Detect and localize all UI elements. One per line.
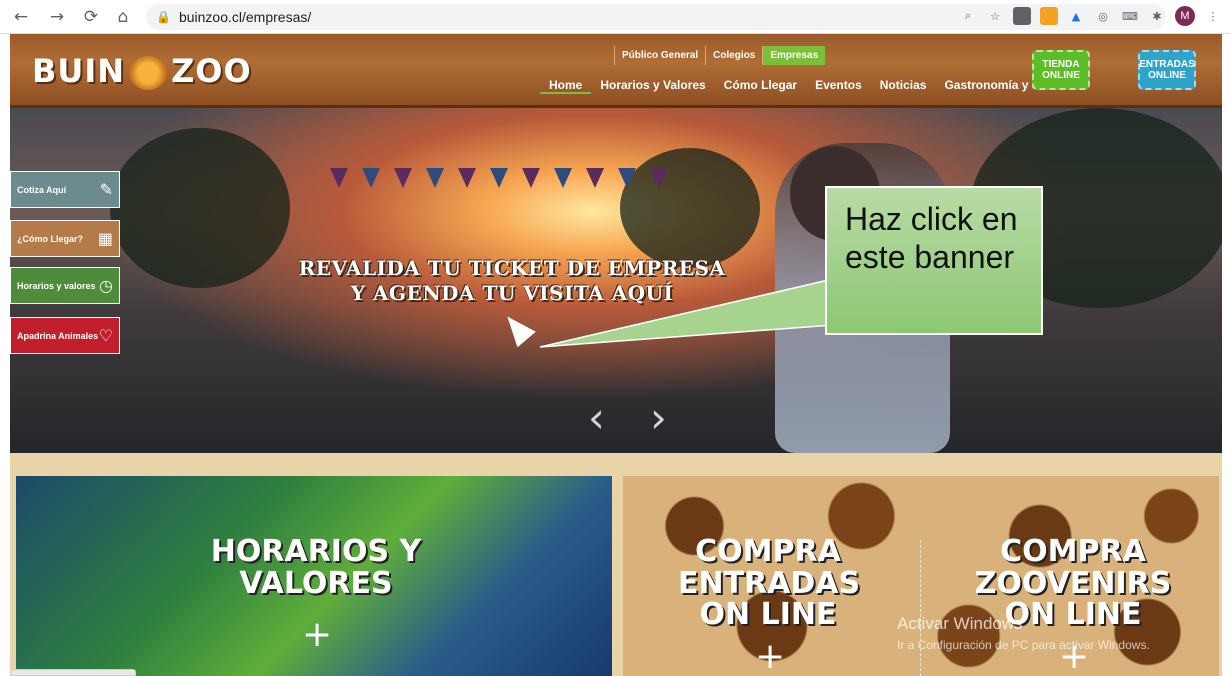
tienda-online-button[interactable]: TIENDA ONLINE — [1032, 50, 1090, 90]
puzzle-icon[interactable]: ✱ — [1148, 7, 1166, 25]
entradas-online-button[interactable]: ENTRADAS ONLINE — [1138, 50, 1196, 90]
compra-entradas-title[interactable]: COMPRA ENTRADAS ON LINE — [678, 536, 860, 631]
tiger-logo-icon — [129, 56, 168, 90]
entradas-sublabel: ONLINE — [1148, 70, 1186, 81]
logo-text-right: ZOO — [171, 52, 252, 90]
site-header: BUIN ZOO Público General Colegios Empresa… — [10, 34, 1222, 108]
cursor-arrow-icon — [498, 308, 536, 348]
main-nav: Home Horarios y Valores Cómo Llegar Even… — [540, 78, 1094, 94]
windows-activation-watermark: Activar Windows — [897, 614, 1023, 633]
plus-icon[interactable]: + — [755, 636, 785, 676]
tree-silhouette — [110, 128, 290, 288]
clock-icon: ◷ — [99, 276, 113, 295]
url-text[interactable]: buinzoo.cl/empresas/ — [179, 9, 311, 25]
status-bar — [10, 669, 136, 676]
nav-eventos[interactable]: Eventos — [806, 78, 871, 94]
ticket-icon: ✎ — [99, 180, 113, 199]
horarios-valores-tile[interactable]: HORARIOS Y VALORES + — [16, 476, 612, 676]
map-icon: ▦ — [97, 229, 113, 248]
lock-icon: 🔒 — [156, 10, 171, 24]
como-llegar-button[interactable]: ¿Cómo Llegar? ▦ — [10, 220, 120, 257]
menu-icon[interactable]: ⋮ — [1204, 7, 1222, 25]
nav-noticias[interactable]: Noticias — [871, 78, 936, 94]
banner-headline[interactable]: Revalida tu ticket de empresa y agenda t… — [282, 256, 742, 306]
browser-toolbar: ← → ⟳ ⌂ 🔒 buinzoo.cl/empresas/ ⌕ ☆ ▲ ◎ ⌨… — [0, 0, 1230, 34]
apadrina-animales-button[interactable]: Apadrina Animales ♡ — [10, 317, 120, 354]
reload-icon[interactable]: ⟳ — [78, 4, 104, 30]
back-icon[interactable]: ← — [8, 4, 34, 30]
tile-title: HORARIOS Y VALORES — [210, 534, 422, 601]
callout-box: Haz click en este banner — [825, 186, 1043, 335]
side-button-label: ¿Cómo Llegar? — [17, 233, 84, 244]
site-logo[interactable]: BUIN ZOO — [32, 52, 252, 90]
avatar[interactable]: M — [1175, 6, 1195, 26]
bookmark-star-icon[interactable]: ☆ — [986, 7, 1004, 25]
audience-tabs: Público General Colegios Empresas — [614, 46, 826, 65]
logo-text-left: BUIN — [32, 52, 126, 90]
heart-icon: ♡ — [98, 326, 113, 345]
banner-line-1: Revalida tu ticket de empresa — [298, 256, 726, 280]
entradas-label: ENTRADAS — [1139, 59, 1195, 70]
nav-home[interactable]: Home — [540, 78, 592, 94]
bunting-flags — [330, 168, 668, 188]
extension-icon[interactable]: ◎ — [1094, 7, 1112, 25]
extension-icon[interactable] — [1040, 7, 1058, 25]
zoom-icon[interactable]: ⌕ — [959, 7, 977, 25]
plus-icon: + — [302, 614, 333, 655]
drive-icon[interactable]: ▲ — [1067, 7, 1085, 25]
horarios-valores-button[interactable]: Horarios y valores ◷ — [10, 267, 120, 304]
tile-divider — [920, 540, 921, 676]
extension-toolbar: ⌕ ☆ ▲ ◎ ⌨ ✱ M ⋮ — [959, 6, 1222, 26]
tab-empresas[interactable]: Empresas — [762, 46, 826, 65]
carousel-prev-icon[interactable]: ‹ — [588, 393, 605, 442]
tree-silhouette — [620, 148, 760, 268]
windows-activation-hint: Ir a Configuración de PC para activar Wi… — [897, 638, 1150, 652]
side-button-label: Horarios y valores — [17, 280, 96, 291]
tienda-label: TIENDA — [1042, 59, 1080, 70]
nav-horarios-valores[interactable]: Horarios y Valores — [591, 78, 714, 94]
nav-como-llegar[interactable]: Cómo Llegar — [715, 78, 806, 94]
tienda-sublabel: ONLINE — [1042, 70, 1080, 81]
extension-icon[interactable] — [1013, 7, 1031, 25]
home-icon[interactable]: ⌂ — [110, 4, 136, 30]
banner-line-2: y agenda tu visita aquí — [350, 281, 674, 305]
forward-icon[interactable]: → — [44, 4, 70, 30]
side-button-label: Apadrina Animales — [17, 330, 99, 341]
cotiza-aqui-button[interactable]: Cotiza Aquí ✎ — [10, 171, 120, 208]
callout-text: Haz click en este banner — [845, 201, 1018, 276]
side-button-label: Cotiza Aquí — [17, 184, 67, 195]
tab-publico-general[interactable]: Público General — [614, 46, 705, 65]
carousel-next-icon[interactable]: › — [650, 393, 667, 442]
tab-colegios[interactable]: Colegios — [705, 46, 762, 65]
extension-icon[interactable]: ⌨ — [1121, 7, 1139, 25]
